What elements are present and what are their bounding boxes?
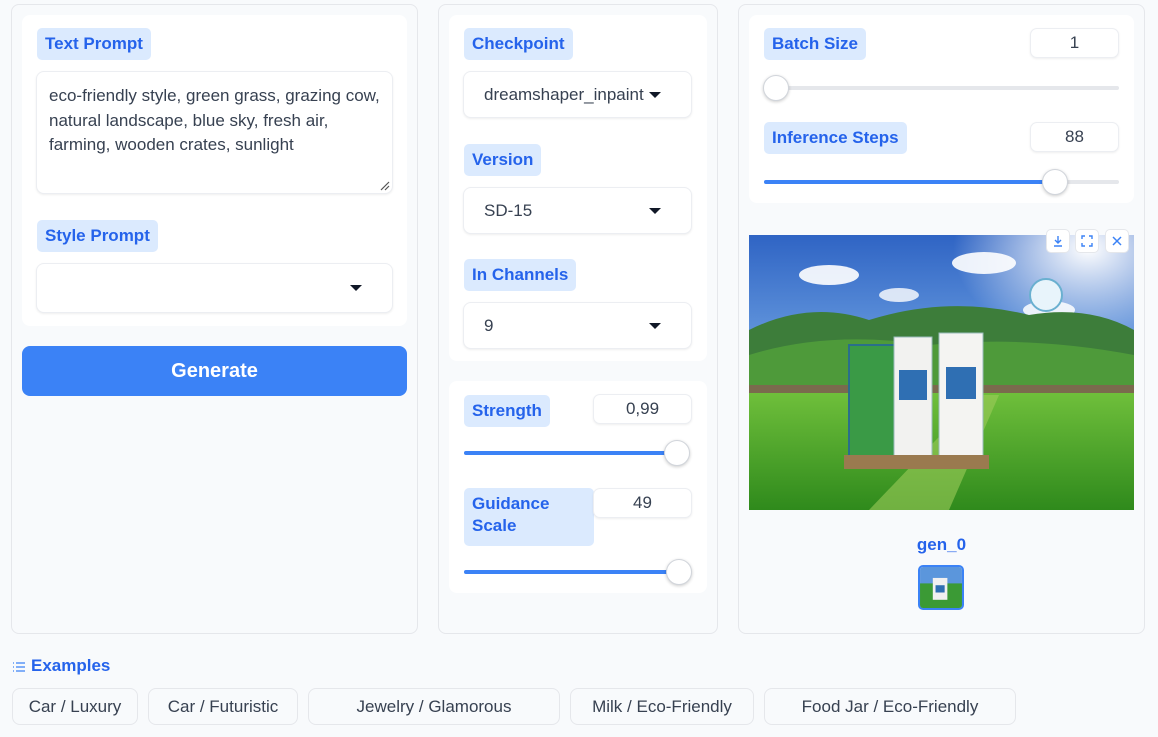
checkpoint-label: Checkpoint <box>464 28 573 60</box>
download-icon <box>1054 236 1062 247</box>
examples-header: Examples <box>12 655 110 677</box>
example-milk-eco-friendly[interactable]: Milk / Eco-Friendly <box>570 688 754 725</box>
in-channels-label: In Channels <box>464 259 577 291</box>
version-label: Version <box>464 144 542 176</box>
close-button[interactable] <box>1105 229 1129 253</box>
batch-size-slider[interactable] <box>763 75 1119 101</box>
prompt-card: Text Prompt eco-friendly style, green gr… <box>22 15 407 326</box>
fullscreen-icon <box>1081 235 1093 247</box>
gallery-thumbnail[interactable] <box>918 565 964 610</box>
version-dropdown[interactable]: SD-15 <box>463 187 692 234</box>
example-food-jar-eco-friendly[interactable]: Food Jar / Eco-Friendly <box>764 688 1016 725</box>
fullscreen-button[interactable] <box>1075 229 1099 253</box>
chevron-down-icon <box>649 207 661 214</box>
chevron-down-icon <box>649 322 661 329</box>
strength-slider-handle[interactable] <box>663 440 690 466</box>
batch-size-input[interactable]: 1 <box>1030 28 1119 58</box>
text-prompt-label: Text Prompt <box>37 28 151 60</box>
list-icon <box>13 662 25 672</box>
gallery-caption: gen_0 <box>916 535 967 554</box>
guidance-label-line2: Scale <box>472 516 517 535</box>
inference-steps-slider[interactable] <box>764 169 1119 195</box>
close-icon <box>1112 236 1122 246</box>
chevron-down-icon <box>350 285 362 291</box>
guidance-scale-label: Guidance Scale <box>464 488 594 546</box>
strength-input[interactable]: 0,99 <box>593 394 692 424</box>
generated-image[interactable] <box>749 235 1134 510</box>
chevron-down-icon <box>649 91 661 98</box>
guidance-scale-slider[interactable] <box>464 559 692 585</box>
example-car-luxury[interactable]: Car / Luxury <box>12 688 138 725</box>
model-card: Checkpoint dreamshaper_inpaint Version S… <box>449 15 707 361</box>
download-button[interactable] <box>1046 229 1070 253</box>
guidance-slider-fill <box>464 570 679 574</box>
inference-steps-label: Inference Steps <box>764 122 907 154</box>
strength-label: Strength <box>464 395 550 427</box>
strength-slider[interactable] <box>464 440 690 466</box>
style-prompt-label: Style Prompt <box>37 220 158 252</box>
in-channels-value: 9 <box>484 315 494 335</box>
batch-card: Batch Size 1 Inference Steps 88 <box>749 15 1134 203</box>
batch-size-label: Batch Size <box>764 28 866 60</box>
checkpoint-dropdown[interactable]: dreamshaper_inpaint <box>463 71 692 118</box>
style-prompt-dropdown[interactable] <box>36 263 393 313</box>
example-car-futuristic[interactable]: Car / Futuristic <box>148 688 298 725</box>
in-channels-dropdown[interactable]: 9 <box>463 302 692 349</box>
guidance-slider-handle[interactable] <box>666 559 692 585</box>
generate-button[interactable]: Generate <box>22 346 407 396</box>
resize-grip-icon[interactable] <box>380 181 390 191</box>
strength-slider-fill <box>464 451 677 455</box>
steps-slider-fill <box>764 180 1056 184</box>
example-jewelry-glamorous[interactable]: Jewelry / Glamorous <box>308 688 560 725</box>
guidance-scale-input[interactable]: 49 <box>593 488 692 518</box>
text-prompt-input[interactable]: eco-friendly style, green grass, grazing… <box>36 71 393 194</box>
sampling-card: Strength 0,99 Guidance Scale 49 <box>449 381 707 593</box>
steps-slider-handle[interactable] <box>1042 169 1069 195</box>
examples-title: Examples <box>31 656 111 675</box>
version-value: SD-15 <box>484 200 533 220</box>
checkpoint-value: dreamshaper_inpaint <box>484 84 644 104</box>
inference-steps-input[interactable]: 88 <box>1030 122 1119 152</box>
guidance-label-line1: Guidance <box>472 494 550 513</box>
batch-slider-handle[interactable] <box>763 75 789 101</box>
